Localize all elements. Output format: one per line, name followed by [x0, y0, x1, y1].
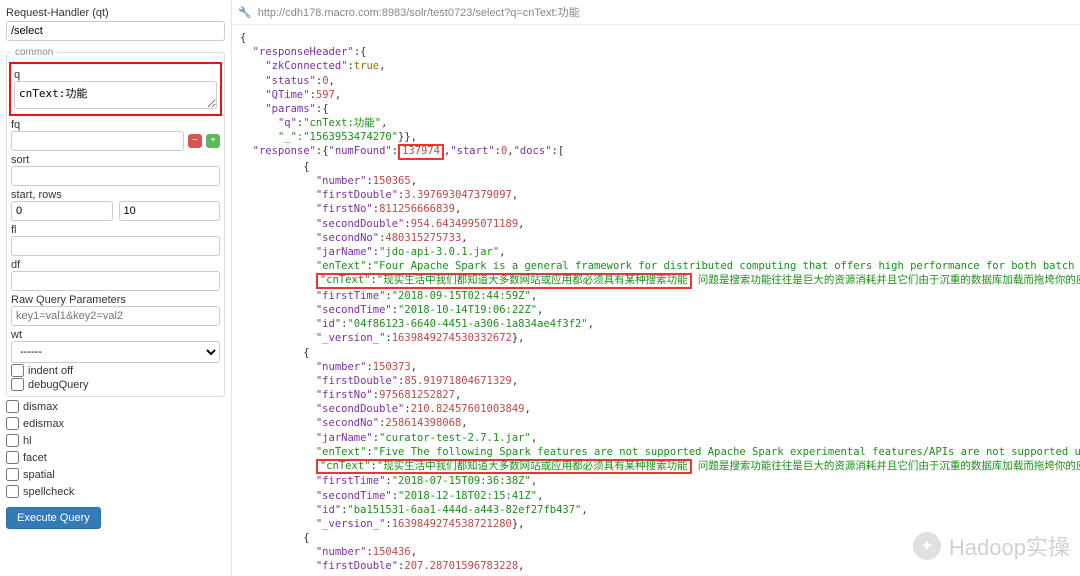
wt-label: wt	[11, 329, 220, 341]
url-bar: 🔧 http://cdh178.macro.com:8983/solr/test…	[232, 0, 1080, 25]
wrench-icon: 🔧	[238, 6, 252, 19]
facet-check[interactable]: facet	[6, 451, 225, 464]
results-panel: 🔧 http://cdh178.macro.com:8983/solr/test…	[232, 0, 1080, 576]
startrows-label: start, rows	[11, 189, 220, 201]
dismax-check[interactable]: dismax	[6, 400, 225, 413]
q-input[interactable]	[14, 81, 217, 109]
fl-input[interactable]	[11, 236, 220, 256]
raw-input[interactable]	[11, 306, 220, 326]
fq-label: fq	[11, 119, 220, 131]
common-fieldset: common q fq − + sort start, rows fl df	[6, 47, 225, 397]
spellcheck-check[interactable]: spellcheck	[6, 485, 225, 498]
hl-check[interactable]: hl	[6, 434, 225, 447]
start-input[interactable]	[11, 201, 113, 221]
indent-check[interactable]: indent off	[11, 364, 220, 377]
rows-input[interactable]	[119, 201, 221, 221]
fl-label: fl	[11, 224, 220, 236]
handler-label: Request-Handler (qt)	[6, 7, 225, 19]
remove-fq-icon[interactable]: −	[188, 134, 202, 148]
request-url-link[interactable]: http://cdh178.macro.com:8983/solr/test07…	[258, 4, 580, 20]
q-label: q	[14, 69, 217, 81]
debug-check[interactable]: debugQuery	[11, 378, 220, 391]
edismax-check[interactable]: edismax	[6, 417, 225, 430]
df-input[interactable]	[11, 271, 220, 291]
execute-query-button[interactable]: Execute Query	[6, 507, 101, 529]
sort-label: sort	[11, 154, 220, 166]
add-fq-icon[interactable]: +	[206, 134, 220, 148]
handler-input[interactable]	[6, 21, 225, 41]
common-legend: common	[11, 47, 57, 58]
query-panel: Request-Handler (qt) common q fq − + sor…	[0, 0, 232, 576]
spatial-check[interactable]: spatial	[6, 468, 225, 481]
wt-select[interactable]: ------	[11, 341, 220, 363]
df-label: df	[11, 259, 220, 271]
raw-label: Raw Query Parameters	[11, 294, 220, 306]
sort-input[interactable]	[11, 166, 220, 186]
fq-input[interactable]	[11, 131, 184, 151]
json-response[interactable]: { "responseHeader":{ "zkConnected":true,…	[232, 25, 1080, 576]
